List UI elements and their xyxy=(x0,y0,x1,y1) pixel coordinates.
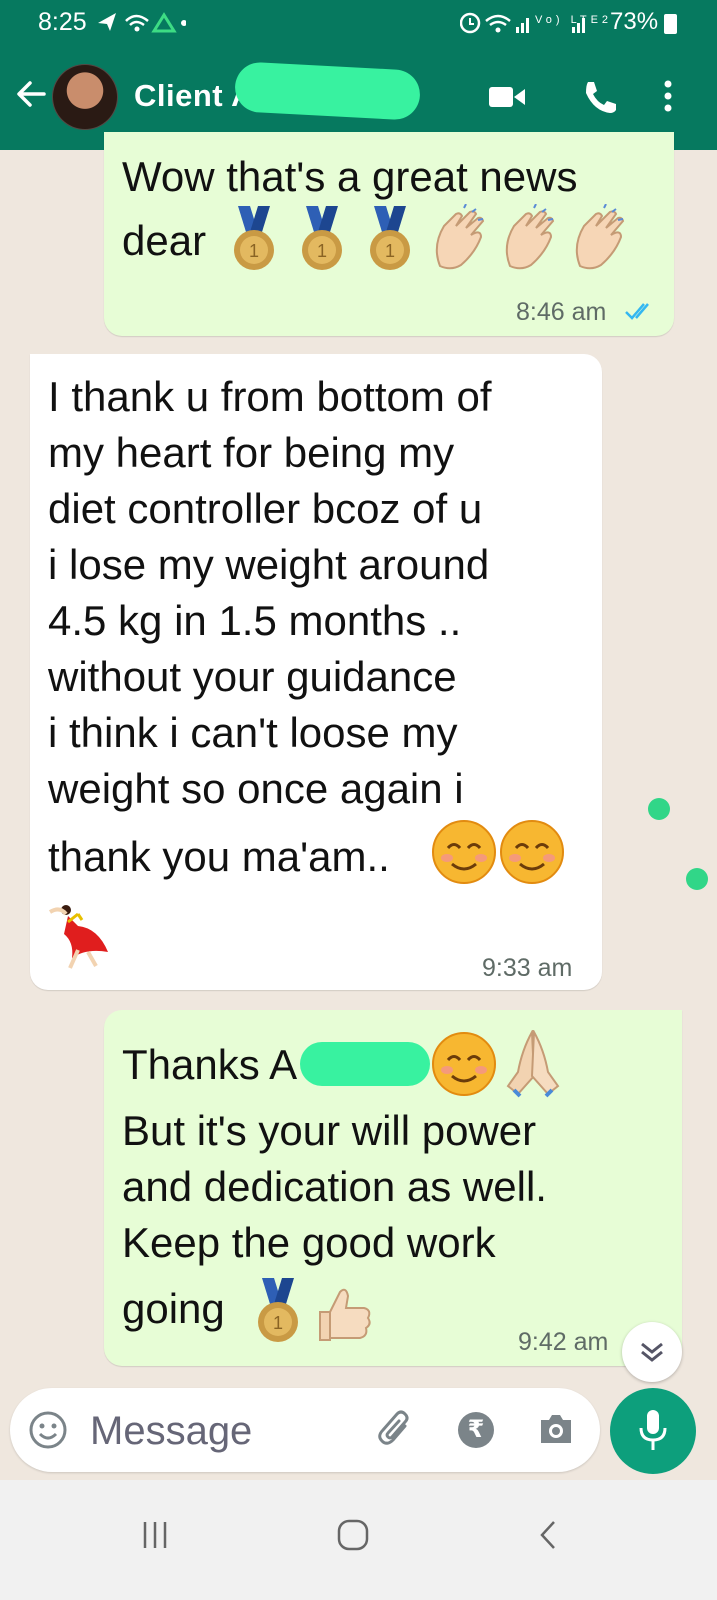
arrow-left-icon[interactable] xyxy=(14,74,48,114)
message-text: my heart for being my xyxy=(48,429,455,476)
first-place-medal-icon: 1 xyxy=(258,1278,298,1342)
message-time: 9:33 am xyxy=(482,954,573,982)
message-bubble-outgoing[interactable]: Wow that's a great news dear 1 1 1 8:46 … xyxy=(104,132,674,336)
rupee-icon[interactable]: ₹ xyxy=(458,1412,494,1448)
lte-label: Vo) LTE2 xyxy=(535,14,610,26)
clapping-hands-icon xyxy=(575,204,625,270)
emoji-icon[interactable] xyxy=(28,1410,68,1450)
message-text: weight so once again i xyxy=(48,765,464,812)
recent-apps-icon[interactable] xyxy=(140,1518,170,1552)
smiling-face-icon xyxy=(500,820,564,884)
status-right-icons: Vo) LTE2 xyxy=(459,9,610,42)
message-text: 4.5 kg in 1.5 months .. xyxy=(48,597,462,644)
message-bubble-incoming[interactable]: I thank u from bottom of my heart for be… xyxy=(30,354,602,990)
thumbs-up-icon xyxy=(319,1288,371,1341)
more-vert-icon[interactable] xyxy=(660,76,676,116)
clapping-hands-icon xyxy=(435,204,485,270)
svg-text:1: 1 xyxy=(317,241,327,261)
svg-text:1: 1 xyxy=(385,241,395,261)
first-place-medal-icon: 1 xyxy=(302,206,342,270)
message-text: But it's your will power xyxy=(122,1107,537,1154)
decor-dot xyxy=(648,798,670,820)
message-text: Thanks A xyxy=(122,1041,298,1088)
video-call-icon[interactable] xyxy=(487,76,527,116)
first-place-medal-icon: 1 xyxy=(370,206,410,270)
scroll-to-bottom-button[interactable] xyxy=(622,1322,682,1382)
message-text: Wow that's a great news xyxy=(122,153,578,200)
double-chevron-down-icon xyxy=(641,1342,663,1362)
mic-icon xyxy=(639,1410,667,1450)
back-nav-icon[interactable] xyxy=(536,1518,560,1552)
message-text: and dedication as well. xyxy=(122,1163,547,1210)
redaction-mark xyxy=(300,1042,430,1086)
battery-percent: 73% xyxy=(610,8,659,35)
svg-text:1: 1 xyxy=(249,241,259,261)
redaction-mark xyxy=(233,61,422,121)
system-nav-bar xyxy=(0,1480,717,1600)
message-text: diet controller bcoz of u xyxy=(48,485,483,532)
notification-icons xyxy=(98,12,187,33)
signal-icons: Vo) LTE2 xyxy=(459,12,610,34)
smiling-face-icon xyxy=(432,1032,496,1096)
message-text: Keep the good work xyxy=(122,1219,496,1266)
battery-icon xyxy=(664,14,677,34)
status-time: 8:25 xyxy=(38,8,87,36)
message-text: without your guidance xyxy=(48,653,457,700)
voice-call-icon[interactable] xyxy=(580,76,616,116)
attach-icon[interactable] xyxy=(375,1406,417,1452)
first-place-medal-icon: 1 xyxy=(234,206,274,270)
message-input[interactable]: Message xyxy=(90,1409,252,1454)
message-text: i think i can't loose my xyxy=(48,709,458,756)
home-icon[interactable] xyxy=(336,1518,370,1552)
folded-hands-icon xyxy=(506,1030,560,1098)
message-time: 9:42 am xyxy=(518,1328,609,1356)
status-bar: 8:25 Vo) LTE2 73% xyxy=(0,0,717,46)
mic-button[interactable] xyxy=(610,1388,696,1474)
message-bubble-outgoing[interactable]: Thanks A But it's your will power and de… xyxy=(104,1010,682,1366)
message-text: thank you ma'am.. xyxy=(48,833,390,880)
avatar[interactable] xyxy=(52,64,118,130)
decor-dot xyxy=(686,868,708,890)
message-text: dear xyxy=(122,217,207,264)
message-text: i lose my weight around xyxy=(48,541,490,588)
message-text: I thank u from bottom of xyxy=(48,373,492,420)
clapping-hands-icon xyxy=(505,204,555,270)
smiling-face-icon xyxy=(432,820,496,884)
status-notification-icons xyxy=(96,9,187,41)
message-time: 8:46 am xyxy=(516,298,607,326)
read-receipt-icon xyxy=(625,303,649,320)
message-text: going xyxy=(122,1285,225,1332)
svg-text:1: 1 xyxy=(273,1313,283,1333)
camera-icon[interactable] xyxy=(537,1412,575,1446)
dancing-woman-icon xyxy=(48,905,108,969)
message-composer[interactable]: Message ₹ xyxy=(10,1388,600,1472)
